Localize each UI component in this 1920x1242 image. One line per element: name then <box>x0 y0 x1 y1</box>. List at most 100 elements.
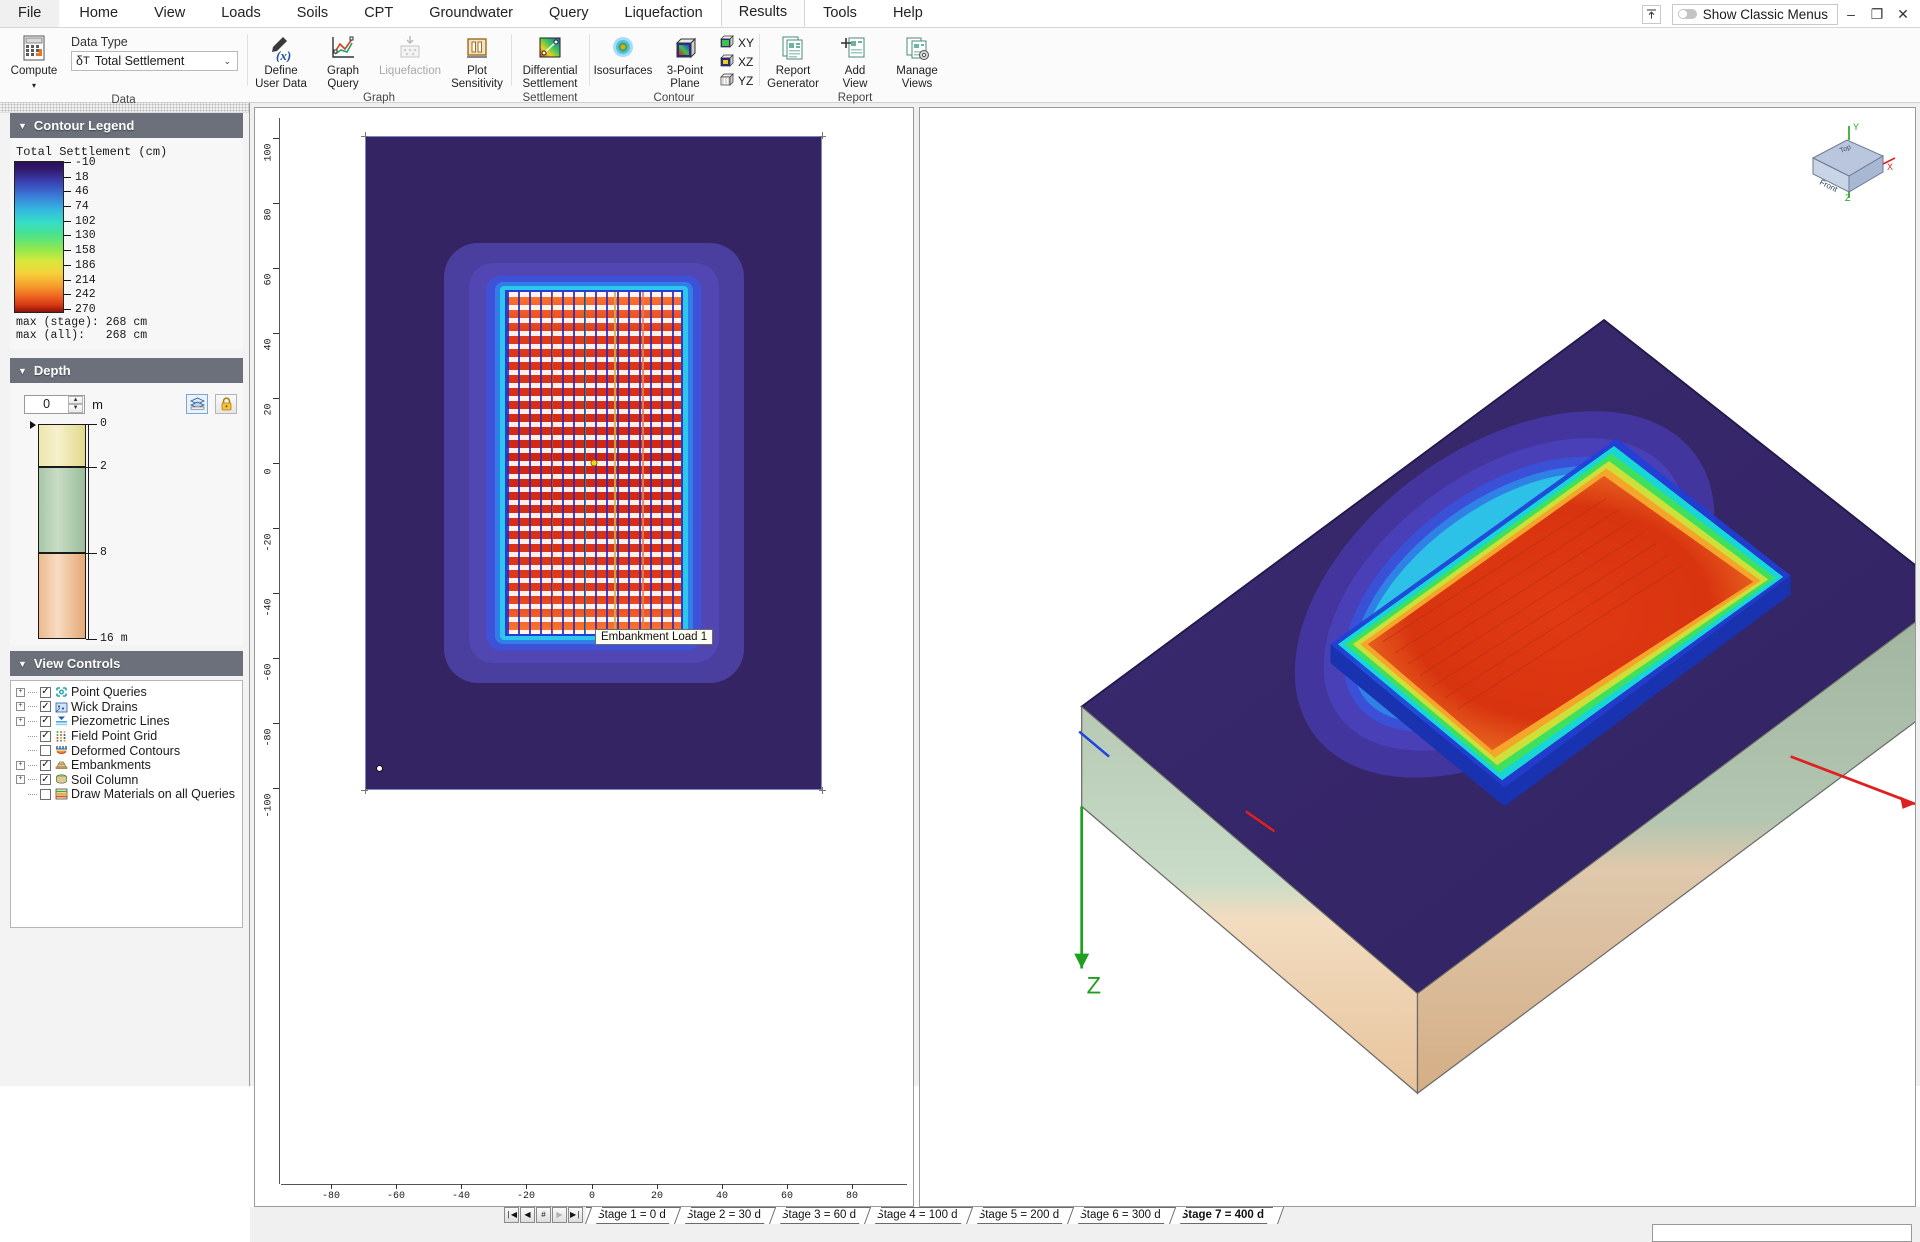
layers-icon[interactable] <box>186 394 208 414</box>
orientation-cube[interactable]: Top Front Y X Z <box>1801 122 1897 203</box>
previous-stage-button[interactable]: ◀ <box>520 1207 535 1223</box>
plane-xz-button[interactable]: XZ <box>718 53 754 71</box>
checkbox[interactable]: ✓ <box>40 715 51 727</box>
compute-button[interactable]: Compute ▾ <box>3 31 65 94</box>
soil-layer-1[interactable] <box>38 424 86 467</box>
collapse-ribbon-icon[interactable] <box>1641 4 1661 24</box>
compute-dropdown-arrow[interactable]: ▾ <box>32 80 36 93</box>
stage-tab-3[interactable]: Stage 3 = 60 d <box>769 1206 866 1224</box>
center-query-point[interactable] <box>590 459 597 467</box>
soil-layer-2[interactable] <box>38 467 86 553</box>
manage-views-button[interactable]: Manage Views <box>886 31 948 92</box>
tab-view[interactable]: View <box>136 0 203 27</box>
chevron-down-icon[interactable]: ▼ <box>18 366 27 376</box>
contour-plot-2d[interactable]: 100 80 60 40 20 0 -20 -40 -60 -80 -100 E… <box>254 107 914 1207</box>
tree-item-field-point-grid[interactable]: ✓ Field Point Grid <box>14 729 239 744</box>
expand-icon[interactable]: + <box>16 702 25 712</box>
stage-tab-4[interactable]: Stage 4 = 100 d <box>865 1206 967 1224</box>
first-stage-button[interactable]: |◀ <box>504 1207 519 1223</box>
tab-query[interactable]: Query <box>531 0 607 27</box>
plane-yz-button[interactable]: YZ <box>718 72 754 90</box>
plane-xy-button[interactable]: XY <box>718 34 754 52</box>
chevron-down-icon[interactable]: ▼ <box>18 659 27 669</box>
lock-icon[interactable] <box>215 394 237 414</box>
isosurfaces-button[interactable]: Isosurfaces <box>592 31 654 80</box>
chevron-down-icon[interactable]: ▼ <box>18 121 27 131</box>
report-generator-label: Report Generator <box>767 65 819 90</box>
tab-results[interactable]: Results <box>720 0 806 27</box>
data-type-select[interactable]: δT Total Settlement ⌄ <box>71 51 238 71</box>
depth-stepper[interactable]: ▲ ▼ <box>68 395 84 413</box>
stage-tab-5[interactable]: Stage 5 = 200 d <box>966 1206 1069 1224</box>
depth-input[interactable]: 0 ▲ ▼ <box>24 394 86 414</box>
depth-down-arrow[interactable]: ▼ <box>68 404 84 413</box>
expand-icon[interactable]: + <box>16 687 25 697</box>
legend-tick: 102 <box>64 215 96 228</box>
tab-loads[interactable]: Loads <box>203 0 279 27</box>
checkbox[interactable]: ✓ <box>40 774 51 786</box>
plane-xz-label: XZ <box>738 55 754 69</box>
contour-field[interactable] <box>365 136 822 790</box>
tab-help[interactable]: Help <box>875 0 941 27</box>
plot-sensitivity-label: Plot Sensitivity <box>451 65 503 90</box>
expand-icon[interactable]: + <box>16 775 25 785</box>
contour-legend-header[interactable]: ▼ Contour Legend <box>10 113 243 138</box>
differential-settlement-button[interactable]: Differential Settlement <box>514 31 586 92</box>
three-point-plane-button[interactable]: 3-Point Plane <box>654 31 716 92</box>
report-generator-button[interactable]: Report Generator <box>762 31 824 92</box>
checkbox[interactable]: ✓ <box>40 730 51 742</box>
stage-tab-6[interactable]: Stage 6 = 300 d <box>1068 1206 1170 1224</box>
tree-item-piezometric-lines[interactable]: + ✓ Piezometric Lines <box>14 714 239 729</box>
soil-layer-3[interactable] <box>38 553 86 639</box>
data-type-label: Data Type <box>71 35 128 49</box>
tree-item-wick-drains[interactable]: + ✓ Wick Drains <box>14 700 239 715</box>
tree-item-point-queries[interactable]: + ✓ Point Queries <box>14 685 239 700</box>
chevron-down-icon[interactable]: ⌄ <box>223 56 235 67</box>
minimize-button[interactable]: – <box>1838 1 1864 27</box>
tree-item-soil-column[interactable]: + ✓ Soil Column <box>14 773 239 788</box>
checkbox[interactable] <box>40 745 51 757</box>
embankment-icon <box>54 759 68 772</box>
tab-liquefaction[interactable]: Liquefaction <box>607 0 721 27</box>
stage-number-button[interactable]: # <box>536 1207 551 1223</box>
tab-tools[interactable]: Tools <box>805 0 875 27</box>
view-controls-tree[interactable]: + ✓ Point Queries + ✓ Wick Drains + ✓ Pi… <box>10 680 243 928</box>
next-stage-button[interactable]: ▶ <box>552 1207 567 1223</box>
checkbox[interactable]: ✓ <box>40 759 51 771</box>
depth-marker-icon[interactable] <box>30 421 36 429</box>
panel-gripper[interactable] <box>0 103 249 113</box>
checkbox[interactable] <box>40 788 51 800</box>
tab-file[interactable]: File <box>0 0 60 27</box>
depth-up-arrow[interactable]: ▲ <box>68 395 84 404</box>
selection-handle[interactable] <box>376 765 383 772</box>
tree-item-deformed-contours[interactable]: Deformed Contours <box>14 743 239 758</box>
tab-groundwater[interactable]: Groundwater <box>411 0 531 27</box>
tab-soils[interactable]: Soils <box>279 0 346 27</box>
last-stage-button[interactable]: ▶| <box>568 1207 583 1223</box>
maximize-button[interactable]: ❐ <box>1864 1 1890 27</box>
stage-tab-7[interactable]: Stage 7 = 400 d <box>1169 1206 1274 1224</box>
expand-icon[interactable]: + <box>16 760 25 770</box>
tree-item-draw-materials[interactable]: Draw Materials on all Queries <box>14 787 239 802</box>
graph-query-button[interactable]: Graph Query <box>312 31 374 92</box>
tree-item-embankments[interactable]: + ✓ Embankments <box>14 758 239 773</box>
plot-sensitivity-button[interactable]: Plot Sensitivity <box>446 31 508 92</box>
depth-header[interactable]: ▼ Depth <box>10 358 243 383</box>
model-view-3d[interactable]: Z Top Front Y X Z <box>919 107 1916 1207</box>
liquefaction-button[interactable]: Liquefaction <box>374 31 446 80</box>
tab-cpt[interactable]: CPT <box>346 0 411 27</box>
stage-tab-2[interactable]: Stage 2 = 30 d <box>674 1206 770 1224</box>
close-button[interactable]: ✕ <box>1890 1 1916 27</box>
view-controls-header[interactable]: ▼ View Controls <box>10 651 243 676</box>
show-classic-menus-toggle[interactable]: Show Classic Menus <box>1671 3 1838 25</box>
expand-placeholder <box>16 732 25 741</box>
checkbox[interactable]: ✓ <box>40 686 51 698</box>
expand-icon[interactable]: + <box>16 716 25 726</box>
define-user-data-button[interactable]: (x) Define User Data <box>250 31 312 92</box>
model-3d-canvas[interactable]: Z <box>920 108 1915 1206</box>
add-view-button[interactable]: Add View <box>824 31 886 92</box>
plot-canvas[interactable]: 100 80 60 40 20 0 -20 -40 -60 -80 -100 E… <box>255 108 913 1206</box>
tab-home[interactable]: Home <box>61 0 136 27</box>
stage-tab-1[interactable]: Stage 1 = 0 d <box>586 1206 675 1224</box>
checkbox[interactable]: ✓ <box>40 701 51 713</box>
